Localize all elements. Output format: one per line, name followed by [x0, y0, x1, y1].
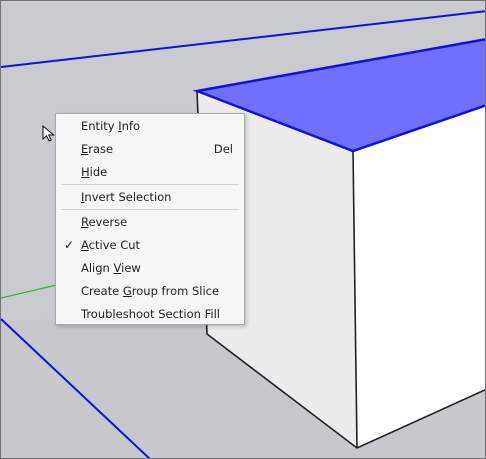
check-icon: ✓ — [63, 238, 75, 252]
menu-item-active-cut[interactable]: ✓ Active Cut — [57, 234, 243, 256]
context-menu[interactable]: Entity Info Erase Del Hide Invert Select… — [55, 113, 245, 325]
sketchup-viewport[interactable]: Entity Info Erase Del Hide Invert Select… — [0, 0, 486, 459]
menu-item-label-pre: Create — [81, 284, 123, 298]
arrow-cursor-icon — [42, 125, 55, 142]
menu-item-troubleshoot-section-fill[interactable]: Troubleshoot Section Fill — [57, 303, 243, 325]
menu-separator — [61, 209, 239, 210]
menu-item-label-post: roup from Slice — [131, 284, 220, 298]
menu-item-reverse[interactable]: Reverse — [57, 211, 243, 233]
menu-item-label-post: ide — [89, 165, 108, 179]
menu-item-hide[interactable]: Hide — [57, 161, 243, 183]
menu-separator — [61, 184, 239, 185]
menu-item-label-post: iew — [121, 261, 141, 275]
box-front-face[interactable] — [353, 105, 486, 448]
menu-item-erase[interactable]: Erase Del — [57, 138, 243, 160]
menu-item-label-key: H — [81, 165, 90, 179]
menu-item-label-key: V — [113, 261, 122, 275]
menu-item-entity-info[interactable]: Entity Info — [57, 115, 243, 137]
menu-item-label-post: rase — [88, 142, 114, 156]
menu-item-label-pre: Troubleshoot Section Fill — [81, 307, 220, 321]
menu-item-label-post: nfo — [121, 119, 141, 133]
menu-item-invert-selection[interactable]: Invert Selection — [57, 186, 243, 208]
menu-item-shortcut: Del — [213, 142, 233, 156]
menu-item-create-group-from-slice[interactable]: Create Group from Slice — [57, 280, 243, 302]
menu-item-align-view[interactable]: Align View — [57, 257, 243, 279]
menu-item-label-pre: Align — [81, 261, 114, 275]
menu-item-label-key: A — [81, 238, 89, 252]
menu-item-label-post: nvert Selection — [84, 190, 172, 204]
menu-item-label-key: G — [122, 284, 132, 298]
menu-item-label-pre: Entity — [81, 119, 119, 133]
menu-item-label-post: everse — [88, 215, 128, 229]
menu-item-label-post: ctive Cut — [88, 238, 141, 252]
